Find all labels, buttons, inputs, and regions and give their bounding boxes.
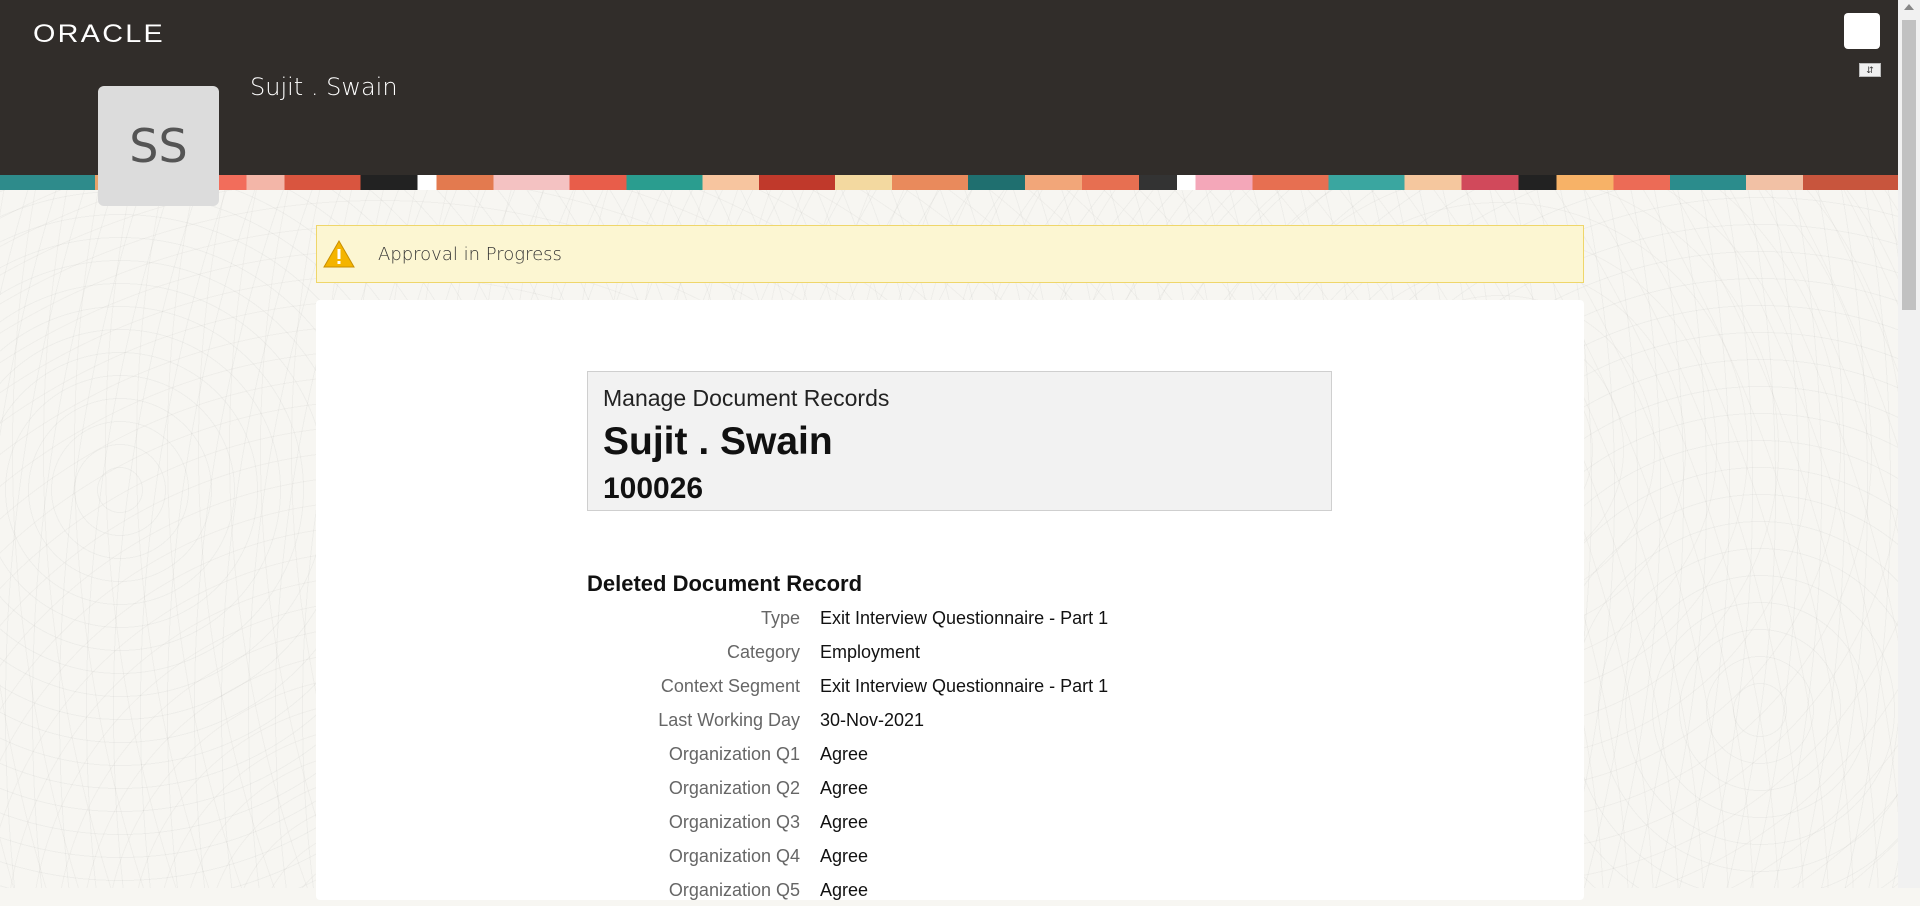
detail-label: Organization Q5 [668, 880, 800, 900]
detail-label: Last Working Day [658, 710, 800, 730]
detail-value: Agree [820, 778, 869, 798]
detail-row: Organization Q4 Agree [316, 838, 1216, 872]
scroll-up-icon[interactable] [1904, 4, 1914, 10]
detail-label: Organization Q4 [668, 846, 800, 866]
detail-value: Agree [820, 880, 869, 900]
detail-row: Organization Q1 Agree [316, 736, 1216, 770]
section-title: Deleted Document Record [587, 571, 863, 596]
detail-label: Context Segment [660, 676, 800, 696]
header-user-name: Sujit . Swain [250, 73, 398, 101]
user-menu-button[interactable] [1844, 13, 1880, 49]
detail-value: 30-Nov-2021 [820, 710, 925, 730]
detail-value: Exit Interview Questionnaire - Part 1 [820, 676, 1109, 696]
detail-label: Organization Q3 [668, 812, 800, 832]
detail-value: Agree [820, 846, 869, 866]
detail-value: Employment [820, 642, 921, 662]
document-subtitle: Manage Document Records [603, 385, 890, 411]
approval-alert: Approval in Progress [316, 225, 1584, 283]
content-card: Manage Document Records Sujit . Swain 10… [316, 300, 1584, 900]
detail-label: Organization Q1 [668, 744, 800, 764]
document-header: Manage Document Records Sujit . Swain 10… [587, 371, 1332, 511]
detail-value: Agree [820, 812, 869, 832]
detail-row: Organization Q2 Agree [316, 770, 1216, 804]
detail-value: Exit Interview Questionnaire - Part 1 [820, 608, 1109, 628]
alert-message: Approval in Progress [378, 243, 562, 265]
person-name: Sujit . Swain [603, 420, 833, 463]
detail-label: Category [726, 642, 800, 662]
scrollbar-thumb[interactable] [1902, 20, 1916, 310]
expand-toggle-icon[interactable]: ⇵ [1859, 63, 1881, 77]
page-header: ORACLE Sujit . Swain ⇵ [0, 0, 1898, 175]
detail-row: Last Working Day 30-Nov-2021 [316, 702, 1216, 736]
detail-row: Type Exit Interview Questionnaire - Part… [316, 600, 1216, 634]
detail-row: Context Segment Exit Interview Questionn… [316, 668, 1216, 702]
detail-value: Agree [820, 744, 869, 764]
detail-label: Type [760, 608, 800, 628]
oracle-logo: ORACLE [33, 20, 166, 48]
detail-row: Category Employment [316, 634, 1216, 668]
decorative-banner [0, 175, 1898, 190]
warning-icon [323, 239, 355, 268]
vertical-scrollbar[interactable] [1898, 0, 1920, 888]
detail-label: Organization Q2 [668, 778, 800, 798]
avatar: SS [98, 86, 219, 206]
person-number: 100026 [603, 472, 704, 505]
detail-row: Organization Q3 Agree [316, 804, 1216, 838]
detail-row: Organization Q5 Agree [316, 872, 1216, 906]
